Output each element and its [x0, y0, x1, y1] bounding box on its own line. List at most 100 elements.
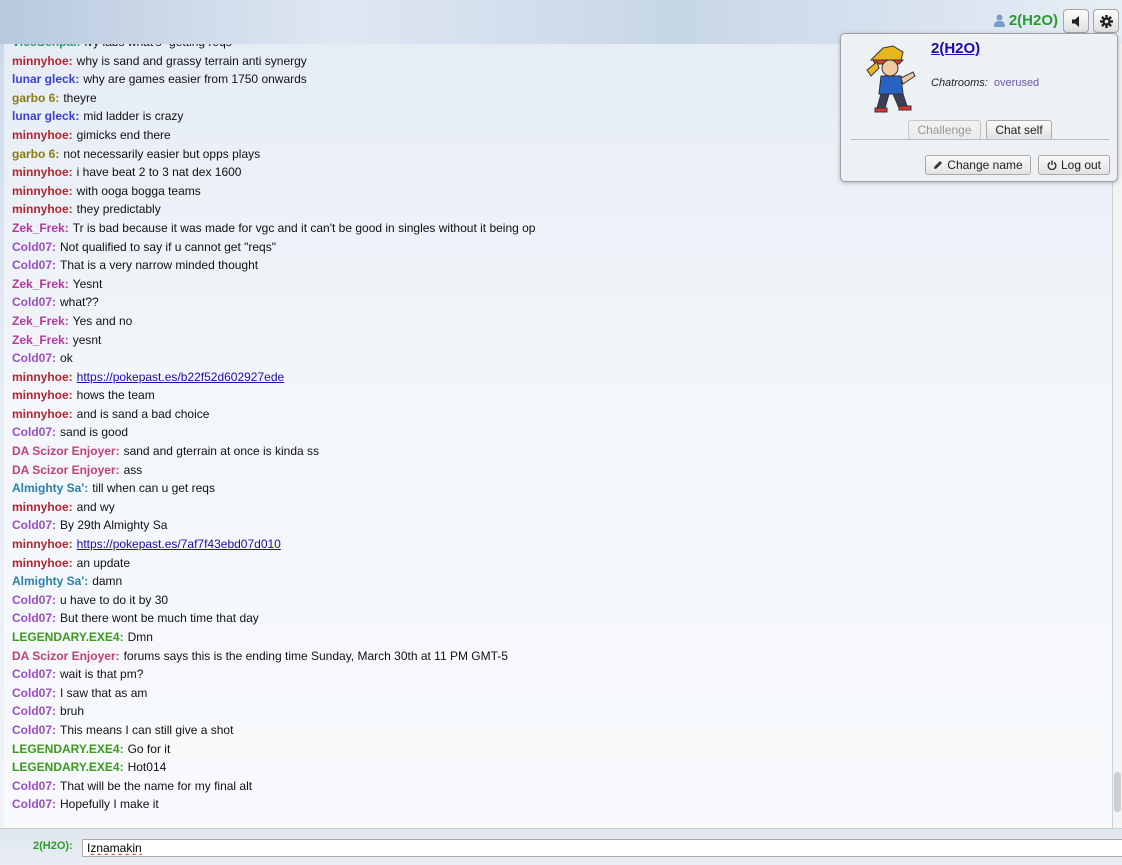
- gear-icon: [1099, 14, 1113, 28]
- chat-username[interactable]: Cold07:: [12, 593, 56, 607]
- chat-username[interactable]: Cold07:: [12, 779, 56, 793]
- chat-username[interactable]: Cold07:: [12, 686, 56, 700]
- chat-link[interactable]: https://pokepast.es/b22f52d602927ede: [77, 370, 285, 384]
- composer-username: 2(H2O):: [33, 840, 73, 852]
- chat-username[interactable]: Zek_Frek:: [12, 333, 69, 347]
- chat-composer: 2(H2O):: [0, 828, 1122, 865]
- chat-username[interactable]: lunar gleck:: [12, 109, 79, 123]
- chat-username[interactable]: Almighty Sa':: [12, 574, 88, 588]
- chat-text: not necessarily easier but opps plays: [63, 146, 261, 161]
- chat-message: Cold07: I saw that as am: [12, 684, 535, 703]
- speaker-icon: [1071, 15, 1079, 27]
- chat-text: Dmn: [127, 630, 153, 644]
- chat-text: But there wont be much time that day: [60, 611, 259, 626]
- chat-message: Cold07: Not qualified to say if u cannot …: [12, 238, 535, 257]
- chat-text: sand is good: [60, 425, 129, 440]
- chat-username[interactable]: LEGENDARY.EXE4:: [12, 742, 124, 756]
- popup-chatrooms: Chatrooms: overused: [931, 77, 1039, 89]
- chat-message: Cold07: By 29th Almighty Sa: [12, 516, 535, 535]
- header-user[interactable]: 2(H2O): [993, 12, 1058, 29]
- challenge-label: Challenge: [917, 123, 972, 137]
- scrollbar-thumb[interactable]: [1114, 772, 1121, 812]
- chat-username[interactable]: garbo 6:: [12, 147, 59, 161]
- chat-message: minnyhoe: gimicks end there: [12, 126, 535, 145]
- change-name-button[interactable]: Change name: [925, 155, 1031, 175]
- chat-text: they predictably: [76, 202, 161, 217]
- log-out-label: Log out: [1060, 158, 1102, 172]
- chat-message: Cold07: u have to do it by 30: [12, 591, 535, 610]
- chatroom-link[interactable]: overused: [994, 77, 1039, 89]
- chat-text: ivy labs what's "getting reqs": [84, 44, 236, 49]
- chat-username[interactable]: Cold07:: [12, 425, 56, 439]
- chat-username[interactable]: garbo 6:: [12, 91, 59, 105]
- chat-username[interactable]: Cold07:: [12, 723, 56, 737]
- chat-username[interactable]: minnyhoe:: [12, 556, 73, 570]
- header-username[interactable]: 2(H2O): [1009, 12, 1058, 29]
- chat-message: Zek_Frek: Yesnt: [12, 275, 535, 294]
- chat-message: Almighty Sa': till when can u get reqs: [12, 479, 535, 498]
- popup-username[interactable]: 2(H2O): [931, 40, 980, 57]
- chat-username[interactable]: minnyhoe:: [12, 54, 73, 68]
- chat-username[interactable]: Almighty Sa':: [12, 481, 88, 495]
- chat-username[interactable]: minnyhoe:: [12, 202, 73, 216]
- challenge-button[interactable]: Challenge: [908, 120, 981, 140]
- chat-self-button[interactable]: Chat self: [986, 120, 1052, 140]
- chat-username[interactable]: minnyhoe:: [12, 370, 73, 384]
- log-out-button[interactable]: Log out: [1038, 155, 1110, 175]
- chat-username[interactable]: Cold07:: [12, 258, 56, 272]
- chat-message: DA Scizor Enjoyer: sand and gterrain at o…: [12, 442, 535, 461]
- chat-username[interactable]: minnyhoe:: [12, 537, 73, 551]
- chat-message: Cold07: Hopefully I make it: [12, 795, 535, 814]
- chat-message: minnyhoe: why is sand and grassy terrain …: [12, 52, 535, 71]
- settings-button[interactable]: [1093, 9, 1119, 33]
- chat-username[interactable]: Cold07:: [12, 611, 56, 625]
- chat-username[interactable]: Cold07:: [12, 240, 56, 254]
- chat-username[interactable]: Cold07:: [12, 797, 56, 811]
- chat-text: Hopefully I make it: [60, 797, 159, 812]
- chat-username[interactable]: Cold07:: [12, 351, 56, 365]
- chat-link[interactable]: https://pokepast.es/7af7f43ebd07d010: [77, 537, 281, 551]
- chat-username[interactable]: LEGENDARY.EXE4:: [12, 760, 124, 774]
- chat-username[interactable]: DA Scizor Enjoyer:: [12, 444, 120, 458]
- chat-username[interactable]: minnyhoe:: [12, 184, 73, 198]
- chat-text: an update: [76, 555, 131, 570]
- chat-text: bruh: [60, 704, 85, 719]
- chat-username[interactable]: Cold07:: [12, 667, 56, 681]
- chat-message: minnyhoe: https://pokepast.es/b22f52d6029…: [12, 368, 535, 387]
- popup-divider: [851, 139, 1109, 140]
- chat-username[interactable]: DA Scizor Enjoyer:: [12, 649, 120, 663]
- chat-username[interactable]: minnyhoe:: [12, 500, 73, 514]
- chat-text: That will be the name for my final alt: [60, 778, 253, 793]
- chatrooms-label: Chatrooms:: [931, 77, 988, 89]
- chat-username[interactable]: minnyhoe:: [12, 128, 73, 142]
- chat-username[interactable]: Cold07:: [12, 518, 56, 532]
- chat-username[interactable]: Zek_Frek:: [12, 221, 69, 235]
- chat-text: with ooga bogga teams: [76, 183, 201, 198]
- chat-input[interactable]: [82, 839, 1122, 857]
- chat-username[interactable]: lunar gleck:: [12, 72, 79, 86]
- chat-username[interactable]: Zek_Frek:: [12, 277, 69, 291]
- chat-username[interactable]: VicoSenpai:: [12, 44, 80, 49]
- chat-message: Cold07: bruh: [12, 702, 535, 721]
- pencil-icon: [934, 161, 943, 169]
- chat-username[interactable]: Cold07:: [12, 295, 56, 309]
- chat-username[interactable]: minnyhoe:: [12, 407, 73, 421]
- chat-username[interactable]: LEGENDARY.EXE4:: [12, 630, 124, 644]
- chat-message: minnyhoe: an update: [12, 554, 535, 573]
- chat-username[interactable]: minnyhoe:: [12, 388, 73, 402]
- chat-message: lunar gleck: why are games easier from 17…: [12, 70, 535, 89]
- sound-button[interactable]: [1063, 9, 1089, 33]
- chat-message: LEGENDARY.EXE4: Go for it: [12, 740, 535, 759]
- power-icon: [1047, 160, 1057, 170]
- chat-text: This means I can still give a shot: [60, 722, 234, 737]
- chat-message: Cold07: That will be the name for my fina…: [12, 777, 535, 796]
- chat-text: hows the team: [76, 388, 155, 403]
- chat-username[interactable]: DA Scizor Enjoyer:: [12, 463, 120, 477]
- chat-message: Cold07: This means I can still give a sho…: [12, 721, 535, 740]
- chat-username[interactable]: Cold07:: [12, 704, 56, 718]
- chat-text: u have to do it by 30: [60, 592, 169, 607]
- chat-message: minnyhoe: and is sand a bad choice: [12, 405, 535, 424]
- chat-username[interactable]: minnyhoe:: [12, 165, 73, 179]
- chat-text: damn: [92, 574, 123, 589]
- chat-username[interactable]: Zek_Frek:: [12, 314, 69, 328]
